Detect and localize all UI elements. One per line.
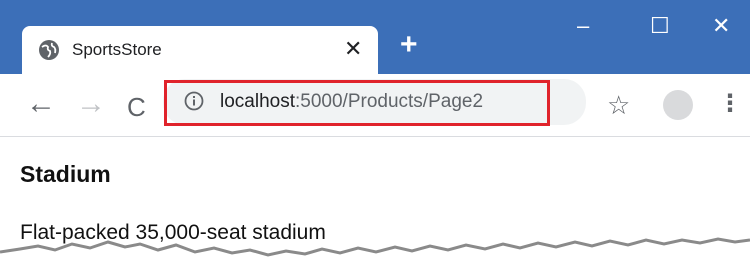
new-tab-button[interactable]: +	[400, 30, 418, 60]
product-name: Stadium	[20, 161, 111, 187]
minimize-button[interactable]: –	[577, 12, 589, 40]
tab-sportsstore[interactable]: SportsStore ✕	[22, 26, 378, 74]
reload-button[interactable]: C	[127, 89, 146, 125]
url-highlight-box	[164, 80, 550, 126]
close-window-button[interactable]: ✕	[712, 12, 730, 40]
menu-icon[interactable]: ⋮	[718, 90, 742, 118]
avatar[interactable]	[663, 90, 693, 120]
globe-icon	[39, 40, 59, 60]
maximize-button[interactable]: ☐	[650, 12, 670, 40]
back-button[interactable]: ←	[26, 86, 56, 122]
star-icon[interactable]: ☆	[607, 91, 630, 119]
browser-toolbar: ← → C localhost:5000/Products/Page2 ☆ ⋮	[0, 74, 750, 137]
tab-close-icon[interactable]: ✕	[344, 36, 362, 62]
tab-title: SportsStore	[72, 40, 162, 59]
forward-button[interactable]: →	[76, 86, 106, 122]
browser-title-bar: SportsStore ✕ + – ☐ ✕	[0, 0, 750, 74]
torn-edge	[0, 237, 750, 272]
